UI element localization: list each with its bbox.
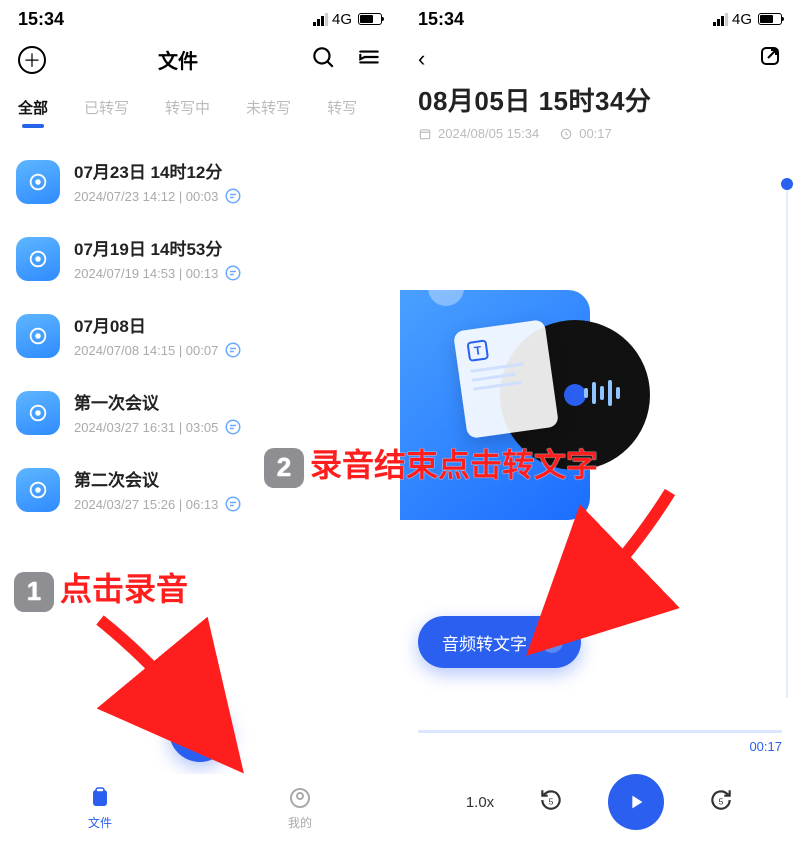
arrow-1 <box>90 610 230 755</box>
play-button[interactable] <box>608 774 664 830</box>
network-label: 4G <box>732 11 752 28</box>
detail-screen: 15:34 4G ‹ 08月05日 15时34分 2024/08/05 15:3… <box>400 0 800 848</box>
status-bar: 15:34 4G <box>0 0 400 34</box>
filter-icon[interactable] <box>356 44 382 75</box>
back-button[interactable]: ‹ <box>418 46 425 72</box>
detail-header: ‹ <box>400 34 800 81</box>
svg-text:5: 5 <box>549 796 554 806</box>
files-icon <box>88 786 112 810</box>
list-item[interactable]: 07月19日 14时53分 2024/07/19 14:53 | 00:13 <box>12 225 388 302</box>
network-label: 4G <box>332 11 352 28</box>
audio-file-icon <box>16 237 60 281</box>
tab-more[interactable]: 转写 <box>309 97 375 118</box>
audio-file-icon <box>16 314 60 358</box>
item-sub: 2024/03/27 16:31 | 03:05 <box>74 418 384 436</box>
audio-file-icon <box>16 468 60 512</box>
item-sub: 2024/07/08 14:15 | 00:07 <box>74 341 384 359</box>
bottom-nav: 文件 我的 <box>0 774 400 848</box>
item-sub: 2024/03/27 15:26 | 06:13 <box>74 495 384 513</box>
detail-title: 08月05日 15时34分 <box>400 81 800 118</box>
share-button[interactable] <box>758 44 782 73</box>
document-card-icon: T <box>453 319 559 439</box>
status-time: 15:34 <box>18 9 64 30</box>
status-bar: 15:34 4G <box>400 0 800 34</box>
nav-mine[interactable]: 我的 <box>288 786 312 831</box>
speed-button[interactable]: 1.0x <box>466 794 494 811</box>
annotation-step1: 1点击录音 <box>14 564 188 612</box>
transcript-badge-icon <box>224 418 242 436</box>
status-time: 15:34 <box>418 9 464 30</box>
badge-1: 1 <box>14 572 54 612</box>
list-item[interactable]: 07月23日 14时12分 2024/07/23 14:12 | 00:03 <box>12 148 388 225</box>
tab-transcribing[interactable]: 转写中 <box>147 97 228 118</box>
annotation-step2: 2录音结束点击转文字 <box>264 440 598 488</box>
transcript-badge-icon <box>224 187 242 205</box>
signal-icon <box>713 13 728 26</box>
item-title: 第一次会议 <box>74 389 384 414</box>
tab-untranscribed[interactable]: 未转写 <box>228 97 309 118</box>
skip-back-button[interactable]: 5 <box>538 787 564 818</box>
audio-file-icon <box>16 391 60 435</box>
item-sub: 2024/07/19 14:53 | 00:13 <box>74 264 384 282</box>
battery-icon <box>758 13 782 25</box>
detail-duration: 00:17 <box>579 126 612 141</box>
badge-2: 2 <box>264 448 304 488</box>
tab-transcribed[interactable]: 已转写 <box>66 97 147 118</box>
signal-icon <box>313 13 328 26</box>
calendar-icon <box>418 127 432 141</box>
audio-file-icon <box>16 160 60 204</box>
item-title: 07月08日 <box>74 312 384 337</box>
transcript-badge-icon <box>224 264 242 282</box>
profile-icon <box>288 786 312 810</box>
status-right: 4G <box>313 11 382 28</box>
transcript-badge-icon <box>224 495 242 513</box>
page-title: 文件 <box>158 45 198 74</box>
play-icon <box>625 791 647 813</box>
item-title: 07月23日 14时12分 <box>74 158 384 183</box>
status-right: 4G <box>713 11 782 28</box>
scroll-track[interactable] <box>784 178 790 698</box>
tabs: 全部 已转写 转写中 未转写 转写 <box>0 87 400 132</box>
playback-timeline[interactable]: 00:17 <box>418 730 782 754</box>
add-button[interactable]: ＋ <box>18 46 46 74</box>
convert-to-text-button[interactable]: 音频转文字 › <box>418 616 581 668</box>
waveform-icon <box>584 380 620 406</box>
tab-all[interactable]: 全部 <box>0 97 66 118</box>
nav-mine-label: 我的 <box>288 814 312 831</box>
arrow-2 <box>560 486 700 641</box>
player-controls: 1.0x 5 5 <box>400 774 800 830</box>
item-title: 07月19日 14时53分 <box>74 235 384 260</box>
playback-time: 00:17 <box>418 739 782 754</box>
list-item[interactable]: 07月08日 2024/07/08 14:15 | 00:07 <box>12 302 388 379</box>
nav-files[interactable]: 文件 <box>88 786 112 831</box>
clock-icon <box>559 127 573 141</box>
detail-date: 2024/08/05 15:34 <box>438 126 539 141</box>
search-icon[interactable] <box>310 44 336 75</box>
battery-icon <box>358 13 382 25</box>
item-sub: 2024/07/23 14:12 | 00:03 <box>74 187 384 205</box>
left-header: ＋ 文件 <box>0 34 400 87</box>
detail-sub: 2024/08/05 15:34 00:17 <box>400 118 800 141</box>
svg-text:5: 5 <box>719 796 724 806</box>
convert-label: 音频转文字 <box>442 630 527 655</box>
skip-forward-button[interactable]: 5 <box>708 787 734 818</box>
transcript-badge-icon <box>224 341 242 359</box>
nav-files-label: 文件 <box>88 814 112 831</box>
scroll-thumb[interactable] <box>781 178 793 190</box>
